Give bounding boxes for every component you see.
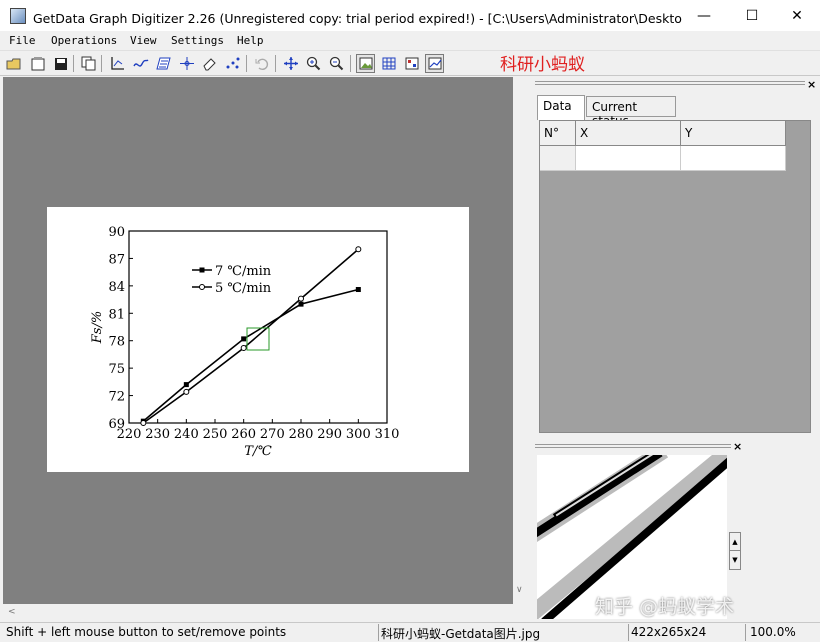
zoom-spinner[interactable]: ▲ ▼: [729, 532, 741, 570]
status-image-size: 422x265x24: [631, 625, 707, 639]
x-tick-label: 250: [203, 427, 228, 442]
y-tick-label: 81: [108, 307, 125, 322]
y-tick-label: 72: [108, 390, 125, 405]
open-icon[interactable]: [4, 54, 23, 73]
toolbar: [0, 52, 820, 76]
data-panel-close-icon[interactable]: ×: [807, 78, 816, 91]
x-axis-label: T/℃: [244, 444, 272, 459]
title-bar: GetData Graph Digitizer 2.26 (Unregister…: [0, 0, 820, 31]
legend-marker-square: [199, 267, 205, 273]
table-cell-y[interactable]: [681, 146, 786, 171]
app-window: GetData Graph Digitizer 2.26 (Unregister…: [0, 0, 820, 641]
x-tick-label: 280: [289, 427, 314, 442]
menu-help[interactable]: Help: [237, 34, 264, 47]
image-view-icon[interactable]: [356, 54, 375, 73]
menu-settings[interactable]: Settings: [171, 34, 224, 47]
undo-icon[interactable]: [252, 54, 271, 73]
y-tick-label: 69: [108, 417, 125, 432]
y-tick-label: 84: [108, 280, 125, 295]
spin-up-icon[interactable]: ▲: [730, 533, 740, 551]
close-button[interactable]: ✕: [774, 0, 820, 31]
data-point-square: [241, 336, 247, 342]
data-point-square: [183, 382, 189, 388]
legend-marker-circle: [199, 284, 205, 290]
spin-down-icon[interactable]: ▼: [730, 551, 740, 569]
point-mode-icon[interactable]: [402, 54, 421, 73]
data-point-circle: [140, 420, 147, 426]
status-zoom: 100.0%: [750, 625, 796, 639]
zoom-panel-close-icon[interactable]: ×: [733, 440, 742, 453]
menu-bar: File Operations View Settings Help: [0, 31, 820, 51]
status-file: 科研小蚂蚁-Getdata图片.jpg: [381, 627, 541, 641]
column-header-y[interactable]: Y: [681, 121, 786, 146]
y-axis-label: Fs/%: [90, 311, 105, 344]
menu-operations[interactable]: Operations: [51, 34, 117, 47]
x-tick-label: 240: [174, 427, 199, 442]
x-tick-label: 300: [346, 427, 371, 442]
copy-icon[interactable]: [79, 54, 98, 73]
line-digitize-icon[interactable]: [131, 54, 150, 73]
set-axes-icon[interactable]: [107, 54, 126, 73]
data-point-square: [298, 301, 304, 307]
watermark-bottom: 知乎 @蚂蚁学术: [595, 596, 735, 618]
column-header-x[interactable]: X: [576, 121, 681, 146]
status-hint: Shift + left mouse button to set/remove …: [6, 625, 287, 639]
save-icon[interactable]: [51, 54, 70, 73]
menu-view[interactable]: View: [130, 34, 157, 47]
table-cell-x[interactable]: [576, 146, 681, 171]
scroll-down-icon[interactable]: ∨: [516, 585, 523, 595]
minimize-button[interactable]: —: [681, 0, 727, 31]
grid-icon[interactable]: [379, 54, 398, 73]
vertical-scrollbar[interactable]: ∨: [513, 77, 527, 604]
menu-file[interactable]: File: [9, 34, 36, 47]
maximize-button[interactable]: ☐: [729, 0, 775, 31]
y-tick-label: 75: [108, 362, 125, 377]
point-capture-icon[interactable]: [177, 54, 196, 73]
data-point-circle: [183, 388, 190, 395]
horizontal-scrollbar[interactable]: <: [3, 604, 527, 621]
zoom-selection-box: [246, 327, 270, 351]
panel-grip[interactable]: [535, 81, 805, 85]
chart-svg[interactable]: 220 230 240 250 260 270 280 290 300 3106972757881…: [47, 207, 469, 472]
zoom-in-icon[interactable]: [304, 54, 323, 73]
plot-frame: [128, 230, 388, 424]
row-header-cell: [540, 146, 576, 171]
zoom-panel-grip[interactable]: [535, 444, 731, 448]
x-tick-label: 230: [145, 427, 170, 442]
move-icon[interactable]: [281, 54, 300, 73]
x-tick-label: 260: [231, 427, 256, 442]
open-image-icon[interactable]: [28, 54, 47, 73]
scroll-left-icon[interactable]: <: [8, 607, 16, 617]
y-tick-label: 87: [108, 252, 125, 267]
tab-current-status[interactable]: Current status: [586, 96, 676, 128]
point-sort-icon[interactable]: [223, 54, 242, 73]
column-header-n[interactable]: N°: [540, 121, 576, 146]
data-point-square: [355, 287, 361, 293]
status-bar: Shift + left mouse button to set/remove …: [0, 622, 820, 641]
data-point-circle: [240, 345, 247, 352]
tab-data[interactable]: Data: [537, 95, 585, 120]
x-tick-label: 290: [317, 427, 342, 442]
y-tick-label: 90: [108, 225, 125, 240]
app-icon: [10, 8, 26, 24]
chart-image[interactable]: 220 230 240 250 260 270 280 290 300 310 69 72 75 78 81…: [47, 207, 469, 472]
legend-label-2: 5 ℃/min: [215, 281, 272, 296]
zoom-out-icon[interactable]: [327, 54, 346, 73]
series-line-1: [142, 288, 359, 422]
graph-view-icon[interactable]: [425, 54, 444, 73]
area-digitize-icon[interactable]: [154, 54, 173, 73]
data-point-circle: [355, 246, 362, 253]
x-tick-label: 310: [375, 427, 400, 442]
watermark-top: 科研小蚂蚁: [500, 55, 585, 75]
data-point-circle: [298, 295, 304, 302]
data-table: N° X Y: [539, 120, 811, 433]
window-title: GetData Graph Digitizer 2.26 (Unregister…: [33, 11, 683, 26]
y-tick-label: 78: [108, 335, 125, 350]
eraser-icon[interactable]: [200, 54, 219, 73]
x-tick-label: 270: [260, 427, 285, 442]
legend-label-1: 7 ℃/min: [215, 264, 272, 279]
